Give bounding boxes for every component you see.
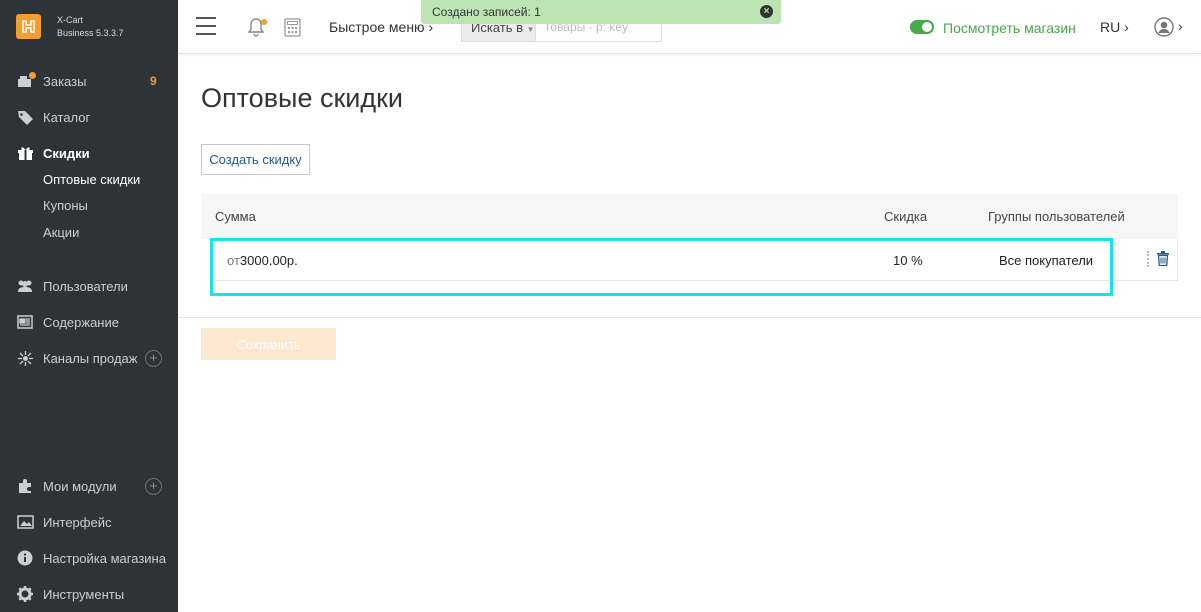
column-header-user-groups: Группы пользователей: [988, 209, 1125, 224]
save-button[interactable]: Сохранить: [201, 328, 336, 360]
close-icon[interactable]: ×: [760, 5, 773, 18]
sales-channels-icon: [16, 349, 34, 367]
sidebar: X-Cart Business 5.3.3.7 Заказы 9 Каталог…: [0, 0, 178, 612]
sidebar-item-users[interactable]: Пользователи: [0, 272, 178, 300]
sidebar-item-catalog[interactable]: Каталог: [0, 103, 178, 131]
column-header-discount: Скидка: [884, 209, 928, 224]
sidebar-item-label: Настройка магазина: [43, 550, 166, 566]
chevron-down-icon: ▼: [526, 25, 535, 34]
sidebar-item-my-modules[interactable]: Мои модули +: [0, 472, 178, 500]
table-header: Сумма Скидка Группы пользователей: [201, 194, 1178, 239]
users-icon: [16, 277, 34, 295]
sum-amount: 3000.00: [239, 253, 287, 268]
chevron-right-icon[interactable]: ›: [1178, 18, 1183, 34]
notification-dot: [261, 19, 267, 25]
sidebar-item-store-setup[interactable]: Настройка магазина: [0, 544, 178, 572]
chevron-right-icon: ›: [1124, 19, 1129, 35]
trash-icon[interactable]: [1157, 251, 1169, 266]
sidebar-item-label: Скидки: [43, 145, 90, 161]
sidebar-item-sales-channels[interactable]: Каналы продаж +: [0, 344, 178, 372]
brand: X-Cart Business 5.3.3.7: [57, 14, 124, 40]
flash-message-text: Создано записей: 1: [432, 5, 541, 19]
page-title: Оптовые скидки: [201, 83, 404, 113]
sidebar-item-content[interactable]: Содержание: [0, 308, 178, 336]
drag-handle[interactable]: [1147, 251, 1149, 267]
column-header-sum: Сумма: [215, 209, 256, 224]
gift-icon: [16, 144, 34, 162]
user-avatar-icon[interactable]: [1154, 17, 1174, 37]
sidebar-item-label: Каталог: [43, 109, 91, 125]
view-store-link[interactable]: Посмотреть магазин: [943, 20, 1076, 36]
orders-count-badge: 9: [150, 74, 157, 88]
store-toggle-switch[interactable]: [910, 20, 934, 34]
gear-icon: [16, 585, 34, 603]
sidebar-item-label: Содержание: [43, 314, 119, 330]
tag-icon: [16, 108, 34, 126]
notification-dot: [29, 72, 36, 79]
sidebar-item-label: Каналы продаж: [43, 350, 138, 366]
language-label: RU: [1100, 19, 1121, 35]
sidebar-item-tools[interactable]: Инструменты: [0, 580, 178, 608]
row-sum[interactable]: от3000.00р.: [227, 253, 298, 268]
sidebar-subitem-volume-discounts[interactable]: Оптовые скидки: [43, 172, 140, 187]
sidebar-item-discounts[interactable]: Скидки: [0, 139, 178, 167]
brand-version: Business 5.3.3.7: [57, 28, 124, 38]
sidebar-item-label: Заказы: [43, 73, 87, 89]
sidebar-item-label: Мои модули: [43, 478, 117, 494]
sum-currency: р.: [286, 253, 298, 268]
quick-menu-button[interactable]: Быстрое меню ›: [329, 19, 433, 35]
xcart-logo-icon[interactable]: [16, 14, 41, 39]
row-discount[interactable]: 10 %: [893, 253, 923, 268]
sidebar-item-interface[interactable]: Интерфейс: [0, 508, 178, 536]
sidebar-item-label: Интерфейс: [43, 514, 112, 530]
row-user-groups[interactable]: Все покупатели: [999, 253, 1093, 268]
quick-menu-label: Быстрое меню: [329, 19, 425, 35]
sidebar-subitem-coupons[interactable]: Купоны: [43, 198, 88, 213]
sum-prefix: от: [227, 253, 240, 268]
table-row[interactable]: от3000.00р. 10 % Все покупатели: [211, 239, 1178, 281]
image-icon: [16, 513, 34, 531]
brand-name: X-Cart: [57, 15, 84, 25]
info-icon: [16, 549, 34, 567]
content-icon: [16, 313, 34, 331]
sidebar-item-orders[interactable]: Заказы 9: [0, 67, 178, 95]
add-sales-channel-plus-icon[interactable]: +: [145, 350, 162, 367]
divider: [178, 317, 1201, 318]
sidebar-subitem-promotions[interactable]: Акции: [43, 225, 79, 240]
hamburger-menu-icon[interactable]: [196, 17, 216, 35]
create-discount-button[interactable]: Создать скидку: [201, 144, 310, 175]
language-selector[interactable]: RU ›: [1100, 19, 1129, 35]
puzzle-icon: [16, 477, 34, 495]
sidebar-item-label: Пользователи: [43, 278, 128, 294]
sidebar-item-label: Инструменты: [43, 586, 125, 602]
flash-message: Создано записей: 1 ×: [421, 0, 781, 24]
add-module-plus-icon[interactable]: +: [145, 478, 162, 495]
calculator-icon[interactable]: [284, 18, 301, 37]
